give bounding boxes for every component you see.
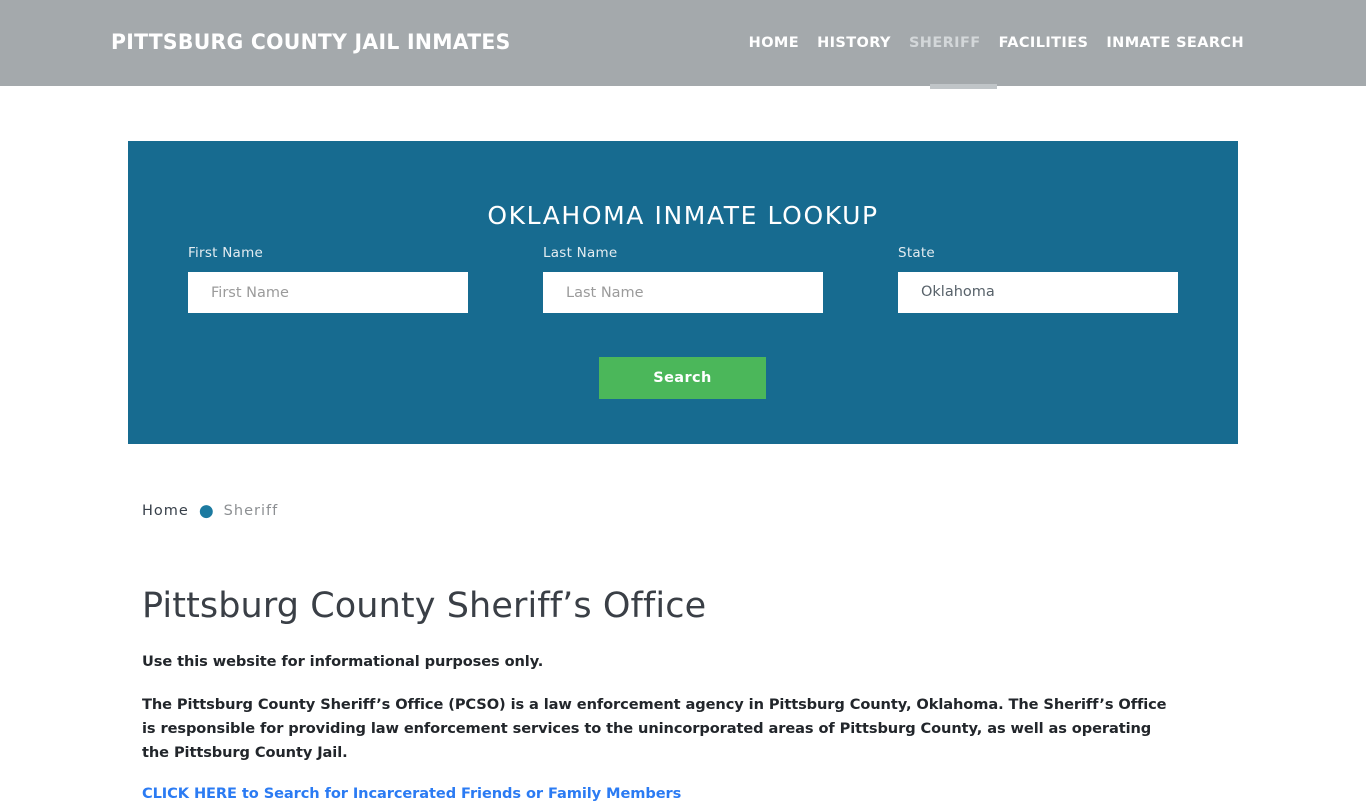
nav-item-inmate-search[interactable]: Inmate Search bbox=[1097, 33, 1253, 53]
site-brand-logo[interactable]: Pittsburg County Jail Inmates bbox=[111, 30, 511, 54]
breadcrumb-home-link[interactable]: Home bbox=[142, 503, 189, 519]
inmate-search-cta-link[interactable]: CLICK HERE to Search for Incarcerated Fr… bbox=[142, 785, 681, 802]
description-paragraph: The Pittsburg County Sheriff’s Office (P… bbox=[142, 696, 1167, 761]
last-name-input[interactable] bbox=[543, 272, 823, 313]
lookup-panel-title: Oklahoma Inmate Lookup bbox=[487, 200, 879, 230]
nav-item-home[interactable]: Home bbox=[740, 33, 808, 53]
nav-item-facilities[interactable]: Facilities bbox=[990, 33, 1098, 53]
breadcrumb-separator-icon: ● bbox=[198, 501, 215, 521]
last-name-label: Last Name bbox=[543, 245, 618, 261]
state-select[interactable]: Oklahoma bbox=[898, 272, 1178, 313]
state-field-group: State Oklahoma bbox=[898, 245, 1178, 313]
nav-item-sheriff[interactable]: Sheriff bbox=[900, 33, 990, 53]
nav-item-history[interactable]: History bbox=[808, 33, 900, 53]
state-label: State bbox=[898, 245, 935, 261]
last-name-field-group: Last Name bbox=[543, 245, 823, 313]
page-title: Pittsburg County Sheriff’s Office bbox=[142, 586, 707, 626]
header-inner: Pittsburg County Jail Inmates Home Histo… bbox=[0, 0, 1366, 89]
inmate-lookup-panel: Oklahoma Inmate Lookup First Name Last N… bbox=[128, 141, 1238, 444]
active-nav-indicator bbox=[930, 84, 997, 89]
site-header: Pittsburg County Jail Inmates Home Histo… bbox=[0, 0, 1366, 89]
first-name-field-group: First Name bbox=[188, 245, 468, 313]
first-name-label: First Name bbox=[188, 245, 264, 261]
breadcrumb: Home ● Sheriff bbox=[142, 500, 1232, 521]
main-navigation: Home History Sheriff Facilities Inmate S… bbox=[740, 33, 1253, 53]
breadcrumb-current: Sheriff bbox=[223, 503, 279, 519]
first-name-input[interactable] bbox=[188, 272, 468, 313]
main-content: Home ● Sheriff Pittsburg County Sheriff’s … bbox=[142, 500, 1232, 802]
search-button[interactable]: Search bbox=[599, 357, 766, 399]
intro-paragraph: Use this website for informational purpo… bbox=[142, 653, 544, 670]
